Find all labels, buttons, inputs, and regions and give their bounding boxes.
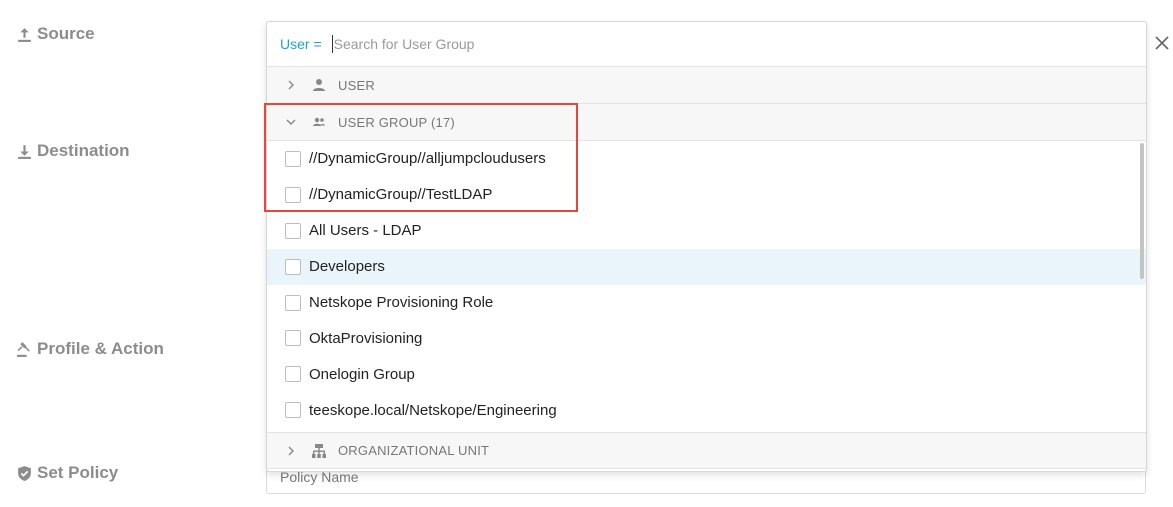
step-destination-label: Destination — [37, 141, 130, 160]
text-caret — [331, 35, 333, 53]
checkbox[interactable] — [285, 330, 301, 347]
step-source-label: Source — [37, 24, 95, 43]
list-item-label: Onelogin Group — [309, 365, 415, 383]
list-item[interactable]: All Users - LDAP — [267, 213, 1146, 249]
checkbox[interactable] — [285, 402, 301, 419]
list-item[interactable]: Onelogin Group — [267, 356, 1146, 392]
checkbox[interactable] — [285, 258, 301, 275]
step-set-policy: Set Policy — [16, 463, 118, 483]
list-item[interactable]: //DynamicGroup//TestLDAP — [267, 177, 1146, 213]
list-item-label: Developers — [309, 258, 385, 276]
search-prefix: User = — [280, 36, 322, 52]
step-destination: Destination — [16, 141, 130, 161]
list-item[interactable]: Netskope Provisioning Role — [267, 285, 1146, 321]
list-item[interactable]: Developers — [267, 248, 1146, 285]
step-policy-label: Set Policy — [37, 463, 119, 482]
section-organizational-unit[interactable]: ORGANIZATIONAL UNIT — [267, 432, 1146, 469]
gavel-icon — [17, 341, 30, 357]
chevron-right-icon — [288, 80, 294, 90]
download-icon — [18, 144, 31, 159]
list-item-label: OktaProvisioning — [309, 329, 423, 347]
section-user-group[interactable]: USER GROUP (17) — [267, 104, 1146, 141]
chevron-right-icon — [288, 446, 294, 455]
close-icon — [1155, 36, 1169, 50]
checkbox[interactable] — [285, 222, 301, 239]
checkbox[interactable] — [285, 150, 301, 167]
section-user-label: USER — [338, 77, 375, 93]
scrollbar[interactable] — [1140, 143, 1144, 279]
section-user-group-label: USER GROUP (17) — [338, 114, 455, 130]
search-input[interactable] — [333, 36, 1094, 52]
user-icon — [313, 79, 325, 91]
step-profile-label: Profile & Action — [37, 339, 164, 358]
section-org-unit-label: ORGANIZATIONAL UNIT — [338, 443, 490, 458]
upload-icon — [18, 27, 31, 42]
org-unit-icon — [312, 443, 326, 458]
checkbox[interactable] — [285, 186, 301, 203]
step-profile-action: Profile & Action — [16, 339, 164, 359]
user-group-icon — [313, 117, 325, 126]
user-group-dropdown: User = USER USER GROUP (17) //DynamicGro… — [266, 21, 1147, 472]
list-item-label: //DynamicGroup//TestLDAP — [309, 186, 493, 204]
checkbox[interactable] — [285, 294, 301, 311]
user-group-list: //DynamicGroup//alljumpcloudusers //Dyna… — [267, 141, 1146, 432]
chevron-down-icon — [286, 119, 296, 125]
list-item-label: Netskope Provisioning Role — [309, 294, 494, 311]
list-item-label: //DynamicGroup//alljumpcloudusers — [309, 150, 546, 168]
search-row: User = — [267, 22, 1146, 67]
list-item[interactable]: OktaProvisioning — [267, 320, 1146, 356]
list-item-label: All Users - LDAP — [309, 222, 422, 240]
list-item[interactable]: //DynamicGroup//alljumpcloudusers — [267, 141, 1146, 177]
list-item-label: teeskope.local/Netskope/Engineering — [309, 401, 557, 419]
list-item[interactable]: teeskope.local/Netskope/Engineering — [267, 392, 1146, 428]
section-user[interactable]: USER — [267, 67, 1146, 104]
close-button[interactable] — [1152, 33, 1172, 53]
shield-check-icon — [18, 465, 31, 481]
checkbox[interactable] — [285, 366, 301, 383]
step-source: Source — [16, 24, 95, 44]
